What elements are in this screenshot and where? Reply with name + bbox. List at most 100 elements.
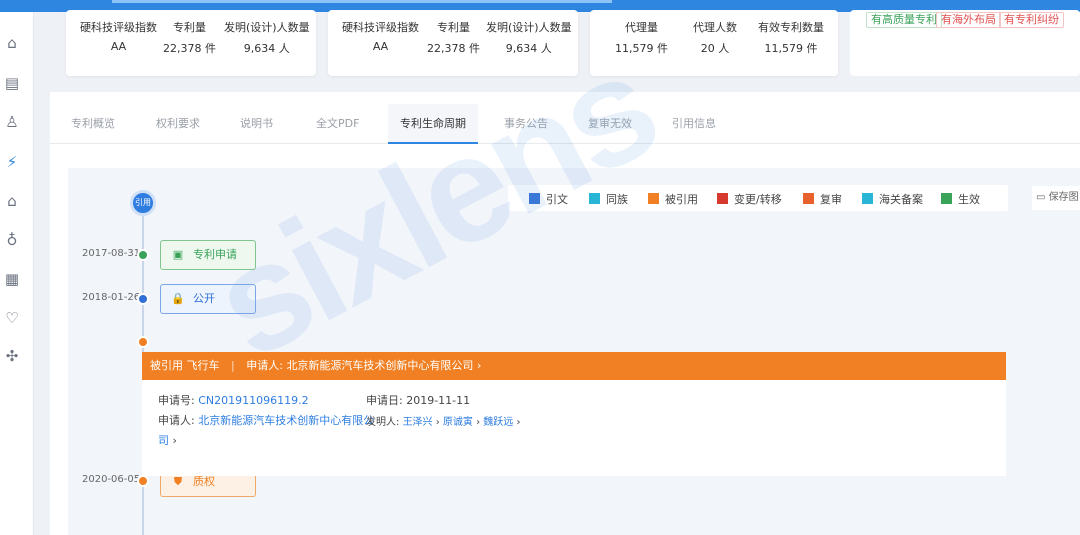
application-date-row: 申请日: 2019-11-11 xyxy=(366,392,470,408)
legend-label: 被引用 xyxy=(665,193,698,206)
legend-label: 复审 xyxy=(820,193,842,206)
event-label: 质权 xyxy=(193,475,215,488)
tab-claims[interactable]: 权利要求 xyxy=(156,104,200,144)
stat-value: AA xyxy=(372,40,389,53)
applicant-row-continued: 司 › xyxy=(158,432,177,448)
stats-card-2: 硬科技评级指数 AA 专利量 22,378 件 发明(设计)人数量 9,634 … xyxy=(328,10,578,76)
chevron-right-icon: › xyxy=(476,359,482,372)
legend-item[interactable]: 引文 xyxy=(529,191,568,207)
legend-item[interactable]: 生效 xyxy=(941,191,980,207)
tag-overseas[interactable]: 有海外布局 xyxy=(936,12,1001,28)
field-label: 申请号: xyxy=(158,394,195,407)
citation-type: 被引用 xyxy=(150,359,183,372)
stat-value: 22,378 件 xyxy=(163,42,216,55)
sidebar: ⌂ ▤ ♙ ⚡ ⌂ ♁ ▦ ♡ ✣ xyxy=(0,12,34,535)
legend-label: 引文 xyxy=(546,193,568,206)
network-icon[interactable]: ✣ xyxy=(3,347,21,365)
event-label: 专利申请 xyxy=(193,248,237,261)
bank-icon[interactable]: ⌂ xyxy=(3,192,21,210)
stat-label: 专利量 xyxy=(173,21,206,34)
stat-item: 专利量 22,378 件 xyxy=(163,19,216,56)
legend-swatch xyxy=(941,193,952,204)
legend-item[interactable]: 同族 xyxy=(589,191,628,207)
chevron-right-icon: › xyxy=(513,417,521,428)
timeline-dot xyxy=(137,475,149,487)
inventor-link[interactable]: 原诚寅 xyxy=(443,417,473,428)
legend-item[interactable]: 被引用 xyxy=(648,191,698,207)
stats-card-1: 硬科技评级指数 AA 专利量 22,378 件 发明(设计)人数量 9,634 … xyxy=(66,10,316,76)
applicant-row: 申请人: 北京新能源汽车技术创新中心有限公 xyxy=(158,412,374,428)
money-bag-icon[interactable]: ♁ xyxy=(3,231,21,249)
stat-label: 代理人数 xyxy=(693,21,737,34)
stat-value: 9,634 人 xyxy=(505,42,552,55)
tab-citations[interactable]: 引用信息 xyxy=(672,104,716,144)
applicant-link[interactable]: 北京新能源汽车技术创新中心有限公 xyxy=(198,414,374,427)
stat-label: 硬科技评级指数 xyxy=(342,21,419,34)
application-date: 2019-11-11 xyxy=(406,394,471,407)
stat-value: 11,579 件 xyxy=(764,42,818,55)
tab-announcements[interactable]: 事务公告 xyxy=(504,104,548,144)
legend-item[interactable]: 海关备案 xyxy=(862,191,923,207)
stat-item: 代理量 11,579 件 xyxy=(615,19,668,56)
tag-high-quality[interactable]: 有高质量专利 xyxy=(866,12,942,28)
chart-icon[interactable]: ▦ xyxy=(3,270,21,288)
legend-item[interactable]: 复审 xyxy=(803,191,842,207)
stat-item: 代理人数 20 人 xyxy=(693,19,737,56)
legend-label: 同族 xyxy=(606,193,628,206)
stat-value: 20 人 xyxy=(700,42,730,55)
stat-label: 发明(设计)人数量 xyxy=(486,21,572,34)
legend-swatch xyxy=(589,193,600,204)
stat-item: 硬科技评级指数 AA xyxy=(80,19,157,53)
certificate-icon: ▣ xyxy=(172,248,184,261)
application-number-link[interactable]: CN201911096119.2 xyxy=(198,394,308,407)
timeline-dot xyxy=(137,293,149,305)
citation-applicant-prefix: 申请人: xyxy=(246,359,283,372)
tab-description[interactable]: 说明书 xyxy=(240,104,273,144)
stat-item: 有效专利数量 11,579 件 xyxy=(758,19,824,56)
citation-title: 飞行车 xyxy=(186,359,220,372)
inventors-row: 发明人: 王泽兴 › 原诚寅 › 魏跃远 › xyxy=(366,413,520,428)
stat-value: 11,579 件 xyxy=(615,42,668,55)
citation-card: 被引用 飞行车 | 申请人: 北京新能源汽车技术创新中心有限公司 › 申请号: … xyxy=(142,352,1006,476)
legend-swatch xyxy=(803,193,814,204)
application-number-row: 申请号: CN201911096119.2 xyxy=(158,392,309,408)
tab-lifecycle[interactable]: 专利生命周期 xyxy=(388,104,478,144)
event-date: 2017-08-31 xyxy=(82,248,141,259)
event-patent-application[interactable]: ▣ 专利申请 xyxy=(160,240,256,270)
user-icon[interactable]: ♙ xyxy=(3,113,21,131)
signal-icon[interactable]: ⚡ xyxy=(3,153,21,171)
legend-label: 生效 xyxy=(958,193,980,206)
legend: 引文 同族 被引用 变更/转移 复审 海关备案 生效 xyxy=(508,185,1008,211)
applicant-link[interactable]: 司 xyxy=(158,434,169,447)
tab-reexamination[interactable]: 复审无效 xyxy=(588,104,632,144)
citation-header[interactable]: 被引用 飞行车 | 申请人: 北京新能源汽车技术创新中心有限公司 › xyxy=(142,352,1006,380)
inventor-link[interactable]: 魏跃远 xyxy=(483,417,513,428)
event-publication[interactable]: 🔒 公开 xyxy=(160,284,256,314)
heart-icon[interactable]: ♡ xyxy=(3,309,21,327)
stat-value: 22,378 件 xyxy=(427,42,480,55)
tab-bar: 专利概览 权利要求 说明书 全文PDF 专利生命周期 事务公告 复审无效 引用信… xyxy=(50,104,1080,144)
lock-icon: 🔒 xyxy=(171,292,185,305)
citation-applicant[interactable]: 北京新能源汽车技术创新中心有限公司 xyxy=(286,359,473,372)
tab-overview[interactable]: 专利概览 xyxy=(71,104,115,144)
save-image-button[interactable]: ▭ 保存图 xyxy=(1032,186,1080,210)
chevron-right-icon: › xyxy=(169,434,177,447)
document-icon[interactable]: ▤ xyxy=(3,74,21,92)
event-date: 2020-06-05 xyxy=(82,474,141,485)
tab-pdf[interactable]: 全文PDF xyxy=(316,104,359,144)
tag-dispute[interactable]: 有专利纠纷 xyxy=(999,12,1064,28)
chevron-right-icon: › xyxy=(432,417,443,428)
legend-item[interactable]: 变更/转移 xyxy=(717,191,782,207)
stat-value: AA xyxy=(110,40,127,53)
legend-swatch xyxy=(717,193,728,204)
home-icon[interactable]: ⌂ xyxy=(3,34,21,52)
tags-card: 有高质量专利 有海外布局 有专利纠纷 xyxy=(850,10,1080,76)
legend-label: 海关备案 xyxy=(879,193,923,206)
stat-item: 发明(设计)人数量 9,634 人 xyxy=(224,19,310,56)
inventor-link[interactable]: 王泽兴 xyxy=(403,417,433,428)
timeline-start-node[interactable]: 引用 xyxy=(130,190,156,216)
timeline-dot xyxy=(137,249,149,261)
stat-item: 发明(设计)人数量 9,634 人 xyxy=(486,19,572,56)
stat-label: 代理量 xyxy=(625,21,658,34)
search-bar[interactable] xyxy=(112,0,612,3)
